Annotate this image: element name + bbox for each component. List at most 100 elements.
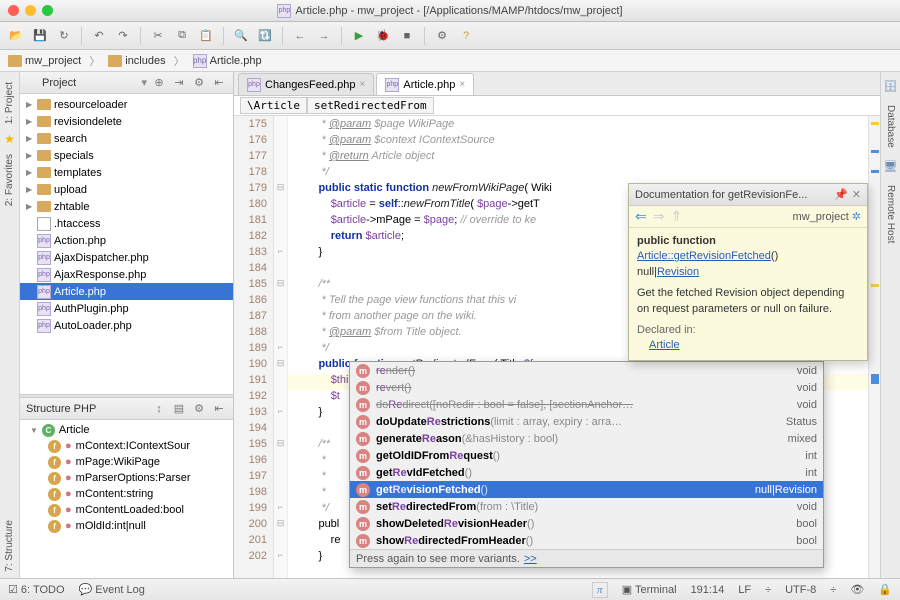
crumb-folder[interactable]: includes (104, 54, 169, 68)
gear-icon[interactable]: ✲ (852, 210, 861, 223)
close-tab-icon[interactable]: × (360, 79, 366, 90)
hide-icon[interactable]: ⇤ (211, 75, 227, 91)
structure-field[interactable]: f●mParserOptions:Parser (20, 470, 233, 486)
tree-file[interactable]: phpAjaxResponse.php (20, 266, 233, 283)
tree-folder[interactable]: ▶templates (20, 164, 233, 181)
undo-icon[interactable]: ↶ (89, 26, 109, 46)
sort-icon[interactable]: ↕ (151, 401, 167, 417)
tree-file[interactable]: phpAction.php (20, 232, 233, 249)
tree-folder[interactable]: ▶specials (20, 147, 233, 164)
autocomplete-item[interactable]: m setRedirectedFrom(from : \Title) void (350, 498, 823, 515)
editor-tab[interactable]: phpArticle.php× (376, 73, 474, 95)
tree-file[interactable]: phpAutoLoader.php (20, 317, 233, 334)
txt-file-icon (37, 217, 51, 231)
back-icon[interactable]: ← (290, 26, 310, 46)
autocomplete-item[interactable]: m showRedirectedFromHeader() bool (350, 532, 823, 549)
tool-project-tab[interactable]: 1: Project (4, 76, 15, 130)
tree-file[interactable]: phpAuthPlugin.php (20, 300, 233, 317)
terminal-button[interactable]: ▣ Terminal (622, 583, 677, 596)
editor-tab[interactable]: phpChangesFeed.php× (238, 73, 374, 95)
structure-field[interactable]: f●mContent:string (20, 486, 233, 502)
autocomplete-item[interactable]: m getOldIDFromRequest() int (350, 447, 823, 464)
lock-icon[interactable]: 🔒 (878, 583, 892, 596)
replace-icon[interactable]: 🔃 (255, 26, 275, 46)
structure-class[interactable]: ▼CArticle (20, 422, 233, 438)
autocomplete-item[interactable]: m render() void (350, 362, 823, 379)
autocomplete-item[interactable]: m showDeletedRevisionHeader() bool (350, 515, 823, 532)
open-icon[interactable]: 📂 (6, 26, 26, 46)
collapse-icon[interactable]: ⇥ (171, 75, 187, 91)
project-tree[interactable]: ▶resourceloader▶revisiondelete▶search▶sp… (20, 94, 233, 394)
more-variants-link[interactable]: >> (524, 553, 537, 565)
gear-icon[interactable]: ⚙ (191, 401, 207, 417)
tool-remote-host-tab[interactable]: Remote Host (885, 179, 896, 249)
doc-declared-link[interactable]: Article (649, 339, 680, 351)
encoding[interactable]: UTF-8 (785, 584, 816, 596)
event-log-button[interactable]: 💬 Event Log (79, 583, 145, 596)
structure-field[interactable]: f●mPage:WikiPage (20, 454, 233, 470)
fold-column[interactable]: ⊟⌐⊟⌐⊟⌐⊟⌐⊟⌐ (274, 116, 288, 578)
nav-class[interactable]: \Article (240, 97, 307, 114)
copy-icon[interactable]: ⧉ (172, 26, 192, 46)
inspector-icon[interactable]: 👁 (850, 583, 864, 596)
cut-icon[interactable]: ✂ (148, 26, 168, 46)
doc-signature-link[interactable]: Article::getRevisionFetched (637, 250, 771, 262)
settings-icon[interactable]: ⚙ (432, 26, 452, 46)
dropdown-icon[interactable]: ▾ (141, 76, 147, 89)
field-icon: f (48, 456, 61, 469)
close-icon[interactable]: ✕ (852, 188, 861, 201)
tree-folder[interactable]: ▶zhtable (20, 198, 233, 215)
autocomplete-item[interactable]: m doRedirect([noRedir : bool = false], [… (350, 396, 823, 413)
structure-field[interactable]: f●mContext:IContextSour (20, 438, 233, 454)
error-stripe[interactable] (868, 116, 880, 578)
autocomplete-item[interactable]: m getRevIdFetched() int (350, 464, 823, 481)
scroll-target-icon[interactable]: ⊕ (151, 75, 167, 91)
structure-field[interactable]: f●mContentLoaded:bool (20, 502, 233, 518)
gear-icon[interactable]: ⚙ (191, 75, 207, 91)
crumb-file[interactable]: phpArticle.php (189, 53, 266, 69)
tree-folder[interactable]: ▶search (20, 130, 233, 147)
debug-icon[interactable]: 🐞 (373, 26, 393, 46)
paste-icon[interactable]: 📋 (196, 26, 216, 46)
tree-file[interactable]: phpAjaxDispatcher.php (20, 249, 233, 266)
autocomplete-popup[interactable]: m render() void m revert() void m doRedi… (349, 361, 824, 568)
todo-button[interactable]: ☑ 6: TODO (8, 583, 65, 596)
tree-folder[interactable]: ▶resourceloader (20, 96, 233, 113)
pin-icon[interactable]: 📌 (834, 188, 848, 201)
back-icon[interactable]: ⇐ (635, 208, 647, 225)
autocomplete-item[interactable]: m generateReason(&hasHistory : bool) mix… (350, 430, 823, 447)
help-icon[interactable]: ? (456, 26, 476, 46)
save-all-icon[interactable]: 💾 (30, 26, 50, 46)
autocomplete-item[interactable]: m getRevisionFetched() null|Revision (350, 481, 823, 498)
structure-field[interactable]: f●mOldId:int|null (20, 518, 233, 534)
close-tab-icon[interactable]: × (459, 79, 465, 90)
tree-folder[interactable]: ▶upload (20, 181, 233, 198)
tree-file[interactable]: phpArticle.php (20, 283, 233, 300)
nav-method[interactable]: setRedirectedFrom (307, 97, 434, 114)
crumb-root[interactable]: mw_project (4, 54, 85, 68)
doc-return-link[interactable]: Revision (657, 266, 699, 278)
run-icon[interactable]: ▶ (349, 26, 369, 46)
tool-favorites-tab[interactable]: 2: Favorites (4, 148, 15, 212)
autocomplete-item[interactable]: m doUpdateRestrictions(limit : array, ex… (350, 413, 823, 430)
tree-folder[interactable]: ▶revisiondelete (20, 113, 233, 130)
forward-icon[interactable]: → (314, 26, 334, 46)
line-separator[interactable]: LF (738, 584, 751, 596)
doc-description: Get the fetched Revision object dependin… (637, 286, 859, 317)
redo-icon[interactable]: ↷ (113, 26, 133, 46)
sync-icon[interactable]: ↻ (54, 26, 74, 46)
autocomplete-item[interactable]: m revert() void (350, 379, 823, 396)
documentation-popup[interactable]: Documentation for getRevisionFe... 📌 ✕ ⇐… (628, 183, 868, 361)
tool-database-tab[interactable]: Database (885, 99, 896, 154)
stop-icon[interactable]: ■ (397, 26, 417, 46)
folder-icon (37, 167, 51, 178)
tool-structure-tab[interactable]: 7: Structure (4, 514, 15, 578)
folder-icon (778, 212, 790, 222)
doc-project[interactable]: mw_project ✲ (778, 210, 861, 223)
structure-tree[interactable]: ▼CArticlef●mContext:IContextSourf●mPage:… (20, 420, 233, 578)
filter-icon[interactable]: ▤ (171, 401, 187, 417)
find-icon[interactable]: 🔍 (231, 26, 251, 46)
hide-icon[interactable]: ⇤ (211, 401, 227, 417)
pi-icon[interactable]: π (592, 582, 608, 598)
tree-file[interactable]: .htaccess (20, 215, 233, 232)
